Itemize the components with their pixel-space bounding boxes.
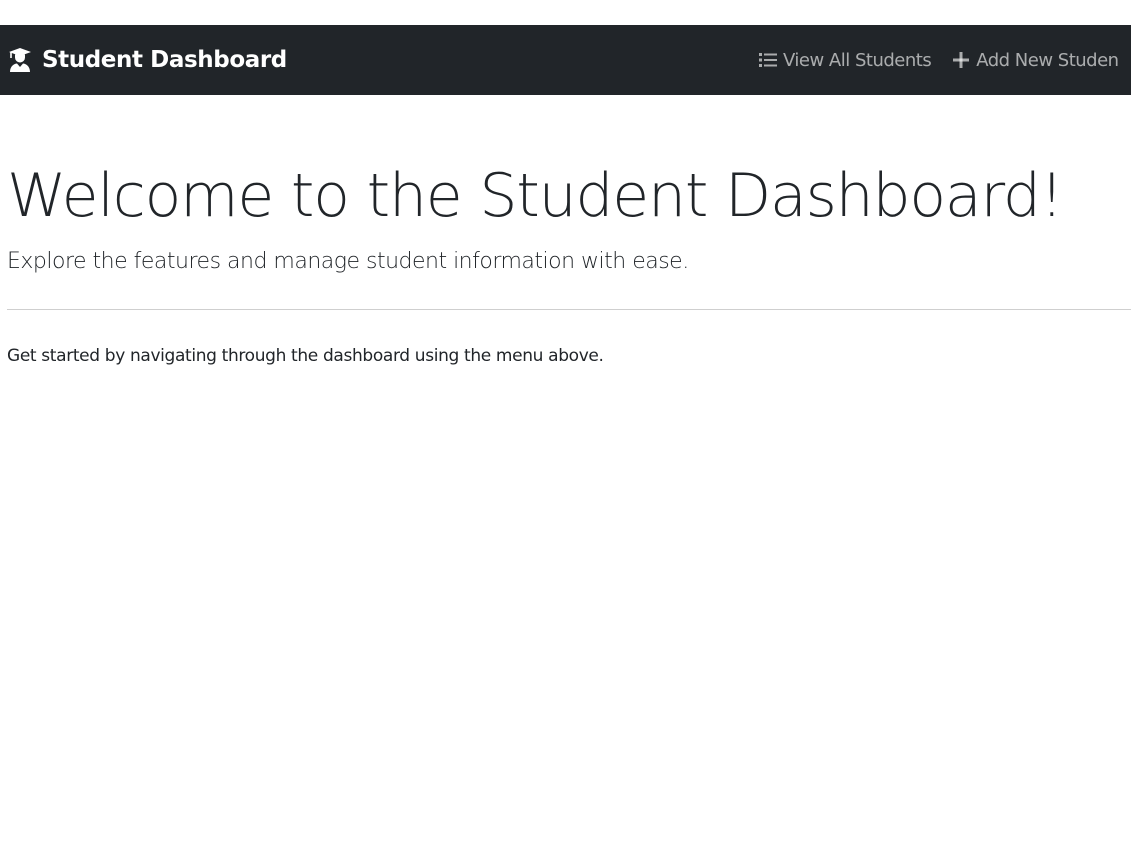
top-navbar: Student Dashboard View All Students Add …	[0, 25, 1131, 95]
nav-links: View All Students Add New Studen	[758, 25, 1119, 95]
nav-add-new-student[interactable]: Add New Studen	[951, 49, 1119, 71]
brand-link[interactable]: Student Dashboard	[7, 25, 287, 95]
brand-title: Student Dashboard	[42, 47, 287, 73]
nav-add-new-student-label: Add New Studen	[976, 49, 1119, 71]
plus-icon	[951, 50, 971, 70]
hero-lead: Explore the features and manage student …	[7, 249, 689, 274]
page-title: Welcome to the Student Dashboard!	[7, 161, 1064, 231]
divider	[7, 309, 1131, 310]
hero-body-text: Get started by navigating through the da…	[7, 346, 604, 366]
nav-view-all-students-label: View All Students	[783, 49, 932, 71]
graduate-icon	[7, 47, 33, 73]
nav-view-all-students[interactable]: View All Students	[758, 49, 932, 71]
list-icon	[758, 50, 778, 70]
